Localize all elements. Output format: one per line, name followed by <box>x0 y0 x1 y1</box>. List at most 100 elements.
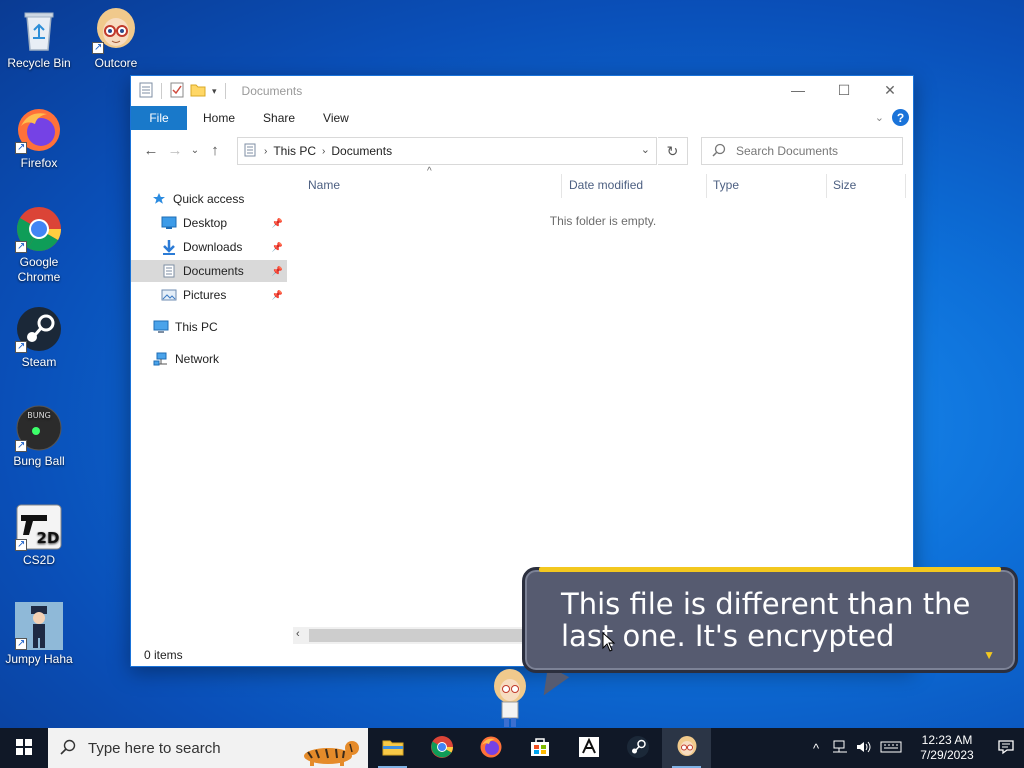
system-clock[interactable]: 12:23 AM 7/29/2023 <box>912 733 982 763</box>
nav-documents[interactable]: Documents 📌 <box>131 260 287 282</box>
column-header-size[interactable]: Size <box>833 178 856 192</box>
taskbar-file-explorer[interactable] <box>368 728 417 768</box>
action-center-button[interactable] <box>988 728 1024 768</box>
tab-view[interactable]: View <box>309 111 363 125</box>
status-item-count: 0 items <box>144 648 183 662</box>
desktop-icon-label: CS2D <box>22 553 55 567</box>
close-icon: ✕ <box>884 81 896 98</box>
desktop-icon-firefox[interactable]: Firefox <box>1 106 77 171</box>
nav-label: Quick access <box>173 192 245 206</box>
chrome-icon <box>430 735 454 762</box>
nav-desktop[interactable]: Desktop 📌 <box>131 212 287 234</box>
close-button[interactable]: ✕ <box>867 76 913 104</box>
desktop-icon-steam[interactable]: Steam <box>1 305 77 370</box>
taskbar-steam[interactable] <box>613 728 662 768</box>
search-input[interactable]: Search Documents <box>736 144 838 158</box>
maximize-button[interactable]: ☐ <box>821 76 867 104</box>
desktop-icon-bung-ball[interactable]: BUNG Bung Ball <box>1 404 77 469</box>
search-icon <box>712 143 726 160</box>
taskbar-outcore[interactable] <box>662 728 711 768</box>
character-sprite <box>490 668 530 728</box>
help-icon[interactable]: ? <box>892 109 909 126</box>
recent-locations-button[interactable]: ⌄ <box>187 138 203 162</box>
chevron-up-icon[interactable]: ^ <box>804 741 828 756</box>
new-folder-icon[interactable] <box>190 83 206 100</box>
up-button[interactable]: ↑ <box>203 138 227 162</box>
desktop-icon-outcore[interactable]: Outcore <box>78 6 154 71</box>
back-button[interactable]: ← <box>139 138 163 162</box>
navigation-bar: ← → ⌄ ↑ › This PC › Documents ⌄ ↻ Search… <box>131 130 913 170</box>
properties-icon[interactable] <box>170 82 184 101</box>
title-bar[interactable]: ▾ Documents — ☐ ✕ <box>131 76 913 106</box>
taskbar-chrome[interactable] <box>417 728 466 768</box>
desktop-icon-label: Outcore <box>94 56 138 70</box>
customize-qa-icon[interactable]: ▾ <box>212 86 217 97</box>
column-header-date-modified[interactable]: Date modified <box>569 178 643 192</box>
start-button[interactable] <box>0 728 48 768</box>
taskbar-search-box[interactable]: Type here to search <box>48 728 368 768</box>
file-explorer-icon <box>382 738 404 759</box>
desktop-icon-label: Recycle Bin <box>7 56 71 70</box>
column-header-name[interactable]: Name <box>308 178 340 192</box>
nav-quick-access[interactable]: Quick access <box>151 188 281 210</box>
taskbar-store[interactable] <box>515 728 564 768</box>
minimize-button[interactable]: — <box>775 76 821 104</box>
pin-icon[interactable]: 📌 <box>272 218 283 229</box>
column-header-type[interactable]: Type <box>713 178 739 192</box>
breadcrumb-separator-icon: › <box>322 145 326 157</box>
nav-pictures[interactable]: Pictures 📌 <box>131 284 287 306</box>
tab-home[interactable]: Home <box>189 111 249 125</box>
keyboard-icon[interactable] <box>876 741 906 756</box>
refresh-icon: ↻ <box>666 142 679 159</box>
search-box[interactable]: Search Documents <box>701 137 903 165</box>
nav-network[interactable]: Network <box>153 348 283 370</box>
nav-this-pc[interactable]: This PC <box>153 316 283 338</box>
desktop-icon-recycle-bin[interactable]: Recycle Bin <box>1 6 77 71</box>
nav-label: Desktop <box>183 216 228 230</box>
breadcrumb-this-pc[interactable]: This PC <box>273 144 316 158</box>
continue-arrow-icon[interactable]: ▼ <box>983 648 995 662</box>
system-tray: ^ 12:23 AM 7/29/2023 <box>804 728 1024 768</box>
address-dropdown-icon[interactable]: ⌄ <box>641 143 650 156</box>
pin-icon[interactable]: 📌 <box>272 266 283 277</box>
volume-icon[interactable] <box>852 740 876 757</box>
taskbar-adobe[interactable] <box>564 728 613 768</box>
taskbar-apps <box>368 728 711 768</box>
arrow-up-icon: ↑ <box>211 141 219 159</box>
column-divider[interactable] <box>561 174 562 198</box>
refresh-button[interactable]: ↻ <box>658 137 688 165</box>
nav-label: Documents <box>183 264 244 278</box>
nav-downloads[interactable]: Downloads 📌 <box>131 236 287 258</box>
tab-share[interactable]: Share <box>249 111 309 125</box>
column-divider[interactable] <box>706 174 707 198</box>
breadcrumb-documents[interactable]: Documents <box>331 144 392 158</box>
tab-file[interactable]: File <box>131 106 187 130</box>
computer-icon <box>153 319 169 335</box>
dialog-box[interactable]: This file is different than the last one… <box>522 567 1018 673</box>
nav-label: Network <box>175 352 220 366</box>
expand-ribbon-icon[interactable]: ⌄ <box>875 111 884 124</box>
network-icon <box>153 351 169 367</box>
document-icon <box>139 82 153 101</box>
desktop-icon-chrome[interactable]: Google Chrome <box>1 205 77 285</box>
desktop-icon-cs2d[interactable]: 2D CS2D <box>1 503 77 568</box>
store-icon <box>529 736 551 761</box>
column-divider[interactable] <box>826 174 827 198</box>
arrow-left-icon: ← <box>143 141 159 159</box>
column-divider[interactable] <box>905 174 906 198</box>
download-icon <box>161 239 177 255</box>
taskbar-search-input[interactable]: Type here to search <box>88 740 221 757</box>
forward-button[interactable]: → <box>163 138 187 162</box>
taskbar-firefox[interactable] <box>466 728 515 768</box>
pin-icon[interactable]: 📌 <box>272 242 283 253</box>
mouse-cursor <box>602 631 616 655</box>
maximize-icon: ☐ <box>837 81 851 98</box>
address-bar[interactable]: › This PC › Documents ⌄ <box>237 137 657 165</box>
nav-label: This PC <box>175 320 218 334</box>
ribbon-tabs: File Home Share View ⌄ ? <box>131 106 913 130</box>
desktop-icon-jumpy-haha[interactable]: Jumpy Haha <box>1 602 77 667</box>
pin-icon[interactable]: 📌 <box>272 290 283 301</box>
scroll-left-icon[interactable]: ‹ <box>296 628 300 640</box>
network-tray-icon[interactable] <box>828 740 852 757</box>
desktop-folder-icon <box>161 215 177 231</box>
